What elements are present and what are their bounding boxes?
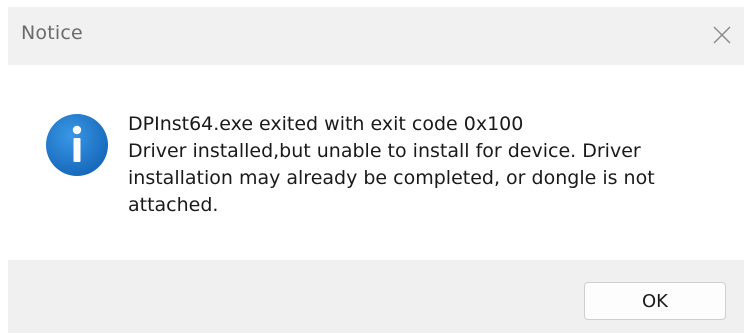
notice-dialog: Notice DPInst64.exe exited with exit cod… (8, 7, 744, 333)
message-line: DPInst64.exe exited with exit code 0x100 (128, 113, 524, 135)
dialog-footer: OK (8, 260, 744, 333)
close-button[interactable] (704, 17, 740, 53)
message-line: installation may already be completed, o… (128, 167, 655, 189)
message-line: Driver installed,but unable to install f… (128, 140, 641, 162)
message-line: attached. (128, 194, 219, 216)
dialog-content: DPInst64.exe exited with exit code 0x100… (8, 65, 744, 260)
ok-button[interactable]: OK (584, 282, 726, 320)
dialog-titlebar: Notice (8, 7, 744, 65)
close-icon (713, 26, 731, 44)
background-text-fragment (0, 0, 744, 7)
info-icon (46, 114, 108, 176)
dialog-title: Notice (21, 22, 83, 44)
dialog-message: DPInst64.exe exited with exit code 0x100… (128, 111, 728, 219)
